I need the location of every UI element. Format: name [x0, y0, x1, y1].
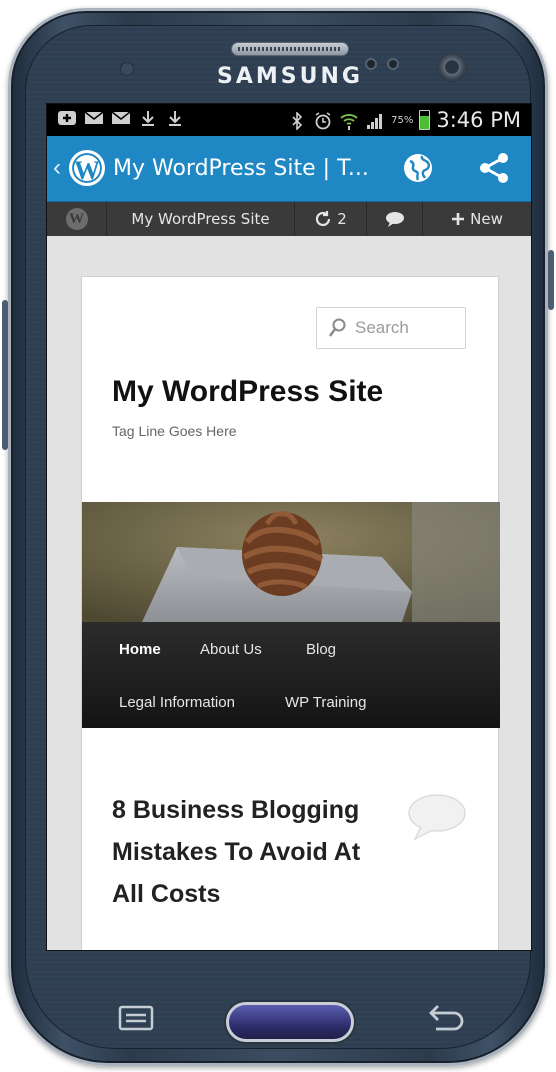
admin-bar-site-label: My WordPress Site — [131, 210, 270, 228]
site-nav-menu: Home About Us Blog Legal Information WP … — [82, 622, 500, 728]
status-bar-system: 75% 3:46 PM — [287, 108, 521, 132]
site-title[interactable]: My WordPress Site — [112, 375, 383, 409]
admin-bar-site-name[interactable]: My WordPress Site — [107, 202, 295, 236]
volume-button[interactable] — [2, 300, 8, 450]
admin-bar-new[interactable]: New — [423, 202, 531, 236]
globe-icon[interactable] — [402, 152, 434, 184]
page-title: My WordPress Site | T... — [113, 156, 369, 181]
search-placeholder: Search — [355, 318, 409, 337]
battery-fill — [420, 115, 430, 129]
nav-item-home[interactable]: Home — [119, 641, 161, 658]
front-camera — [437, 52, 467, 82]
admin-bar-updates[interactable]: 2 — [295, 202, 367, 236]
notification-led — [120, 62, 134, 76]
header-image — [82, 502, 500, 622]
mail-icon — [111, 110, 131, 126]
status-bar-notifications — [57, 110, 185, 126]
phone-screen: 75% 3:46 PM ‹ W My WordPress Site | T...… — [46, 103, 532, 951]
power-button[interactable] — [548, 250, 554, 310]
wifi-icon — [339, 112, 359, 130]
download-icon — [138, 110, 158, 126]
earpiece-speaker — [231, 42, 349, 56]
pine-cone-photo — [82, 502, 500, 622]
clock: 3:46 PM — [436, 108, 521, 132]
menu-key-icon[interactable] — [117, 1003, 155, 1033]
home-button[interactable] — [226, 1002, 354, 1042]
wp-admin-bar: W My WordPress Site 2 New — [47, 202, 531, 236]
admin-bar-wp-menu[interactable]: W — [47, 202, 107, 236]
signal-icon — [365, 112, 385, 129]
plus-icon — [452, 213, 465, 225]
download-icon — [165, 110, 185, 126]
light-sensor — [387, 58, 399, 70]
battery-percent: 75% — [391, 114, 414, 126]
alarm-icon — [313, 112, 333, 130]
status-bar: 75% 3:46 PM — [47, 104, 531, 136]
new-label: New — [470, 210, 503, 228]
back-chevron-icon[interactable]: ‹ — [53, 154, 61, 182]
proximity-sensor — [365, 58, 377, 70]
comment-icon — [385, 212, 404, 227]
search-input[interactable]: Search — [316, 307, 466, 349]
web-content: Search My WordPress Site Tag Line Goes H… — [47, 236, 531, 950]
updates-count: 2 — [337, 210, 347, 228]
wordpress-logo-icon[interactable]: W — [69, 150, 105, 186]
admin-bar-comments[interactable] — [367, 202, 423, 236]
battery-icon — [419, 110, 431, 130]
site-tagline: Tag Line Goes Here — [112, 423, 237, 439]
post-title[interactable]: 8 Business Blogging Mistakes To Avoid At… — [112, 789, 382, 915]
bluetooth-icon — [287, 111, 307, 131]
refresh-icon — [316, 211, 331, 227]
nav-item-blog[interactable]: Blog — [306, 641, 336, 658]
nav-item-wp-training[interactable]: WP Training — [285, 694, 366, 711]
wordpress-logo-icon: W — [65, 208, 88, 230]
comment-bubble-icon[interactable] — [407, 793, 467, 841]
nav-item-legal-information[interactable]: Legal Information — [119, 694, 235, 711]
share-icon[interactable] — [479, 152, 509, 184]
search-icon — [329, 318, 346, 337]
back-key-icon[interactable] — [424, 1003, 466, 1033]
add-notification-icon — [57, 110, 77, 126]
brand-logo: SAMSUNG — [217, 64, 363, 89]
site-page: Search My WordPress Site Tag Line Goes H… — [81, 276, 500, 950]
mail-icon — [84, 110, 104, 126]
nav-item-about-us[interactable]: About Us — [200, 641, 262, 658]
browser-app-bar: ‹ W My WordPress Site | T... — [47, 136, 531, 202]
